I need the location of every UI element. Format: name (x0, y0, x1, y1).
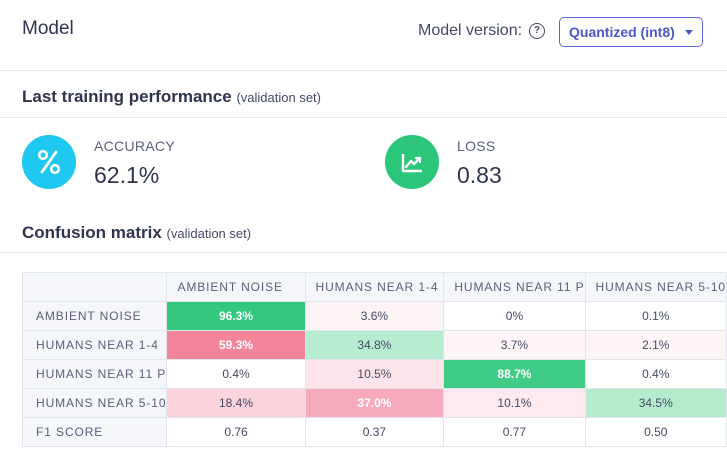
column-header: AMBIENT NOISE (166, 272, 306, 302)
matrix-cell: 0.4% (166, 359, 306, 389)
column-header: HUMANS NEAR 5-10 (584, 272, 727, 302)
matrix-cell: 37.0% (304, 388, 445, 418)
model-version-select[interactable]: Quantized (int8) (559, 17, 703, 47)
matrix-cell: 0.1% (584, 301, 727, 331)
divider (0, 117, 727, 118)
accuracy-label: ACCURACY (94, 138, 175, 154)
matrix-corner (21, 272, 168, 302)
matrix-cell: 3.6% (304, 301, 445, 331)
column-header: HUMANS NEAR 1-4 (304, 272, 445, 302)
confusion-matrix-table: AMBIENT NOISE HUMANS NEAR 1-4 HUMANS NEA… (21, 272, 727, 447)
matrix-cell: 34.8% (304, 330, 445, 360)
performance-heading-text: Last training performance (22, 87, 232, 106)
matrix-cell: 59.3% (166, 330, 306, 360)
matrix-cell: 10.1% (443, 388, 586, 418)
model-version-value: Quantized (int8) (569, 24, 675, 40)
matrix-cell: 0.77 (443, 417, 586, 447)
matrix-cell: 2.1% (584, 330, 727, 360)
model-version-label: Model version: (418, 22, 523, 39)
row-header: HUMANS NEAR 5-10 (21, 388, 168, 418)
page-title: Model (22, 18, 74, 39)
table-header-row: AMBIENT NOISE HUMANS NEAR 1-4 HUMANS NEA… (21, 272, 727, 302)
performance-subheading: (validation set) (236, 90, 321, 105)
model-header: Model Model version: ? Quantized (int8) (0, 0, 727, 70)
divider (0, 252, 727, 253)
loss-label: LOSS (457, 138, 496, 154)
row-header: HUMANS NEAR 11 P (21, 359, 168, 389)
confusion-heading-text: Confusion matrix (22, 223, 162, 242)
matrix-cell: 88.7% (443, 359, 586, 389)
matrix-cell: 34.5% (584, 388, 727, 418)
caret-down-icon (685, 30, 693, 35)
matrix-cell: 0.76 (166, 417, 306, 447)
row-header: F1 SCORE (21, 417, 168, 447)
divider (0, 70, 727, 71)
matrix-cell: 0.4% (584, 359, 727, 389)
row-header: HUMANS NEAR 1-4 (21, 330, 168, 360)
matrix-cell: 0% (443, 301, 586, 331)
matrix-cell: 18.4% (166, 388, 306, 418)
table-row: HUMANS NEAR 5-10 18.4% 37.0% 10.1% 34.5% (21, 388, 727, 418)
table-row: F1 SCORE 0.76 0.37 0.77 0.50 (21, 417, 727, 447)
matrix-cell: 96.3% (166, 301, 306, 331)
column-header: HUMANS NEAR 11 P (443, 272, 586, 302)
loss-value: 0.83 (457, 162, 502, 188)
row-header: AMBIENT NOISE (21, 301, 168, 331)
trending-chart-icon (385, 135, 439, 189)
table-row: HUMANS NEAR 11 P 0.4% 10.5% 88.7% 0.4% (21, 359, 727, 389)
confusion-heading: Confusion matrix (validation set) (22, 223, 251, 243)
table-row: AMBIENT NOISE 96.3% 3.6% 0% 0.1% (21, 301, 727, 331)
performance-heading: Last training performance (validation se… (22, 87, 321, 107)
percent-icon (22, 135, 76, 189)
matrix-cell: 0.37 (304, 417, 445, 447)
matrix-cell: 0.50 (584, 417, 727, 447)
accuracy-value: 62.1% (94, 162, 160, 188)
matrix-cell: 10.5% (304, 359, 445, 389)
confusion-subheading: (validation set) (166, 226, 252, 241)
table-row: HUMANS NEAR 1-4 59.3% 34.8% 3.7% 2.1% (21, 330, 727, 360)
matrix-cell: 3.7% (443, 330, 586, 360)
question-circle-icon[interactable]: ? (529, 23, 545, 39)
